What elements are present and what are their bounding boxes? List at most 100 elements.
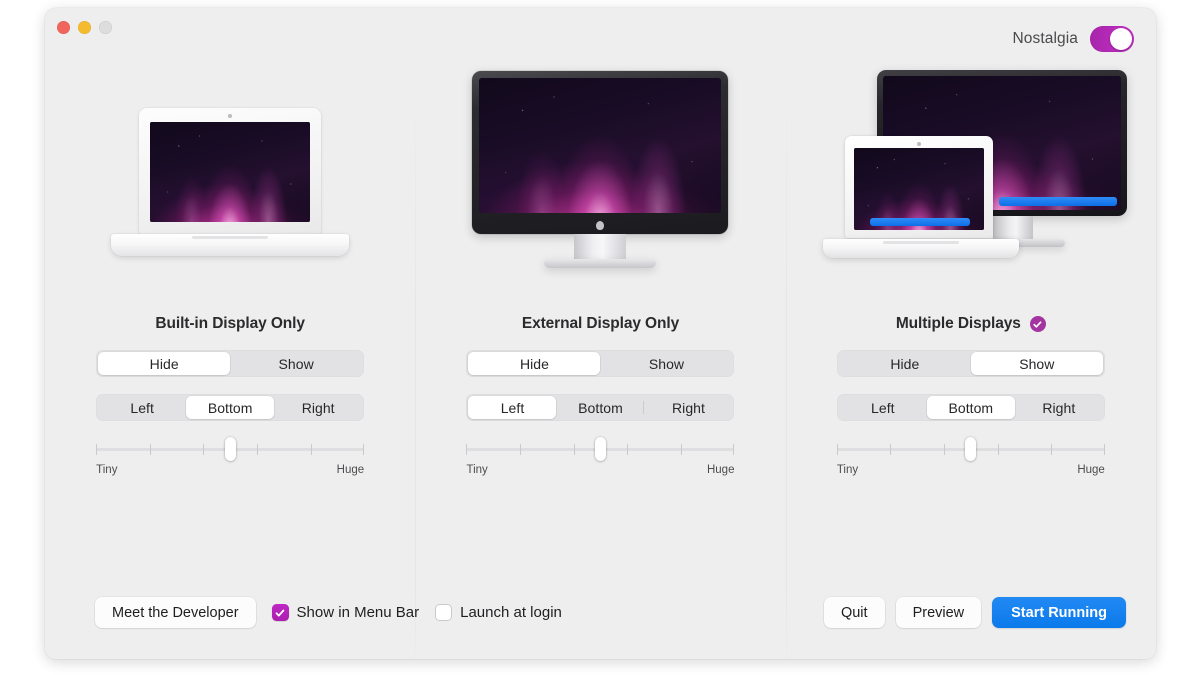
column-title-text: Multiple Displays (895, 315, 1021, 332)
position-option-right[interactable]: Right (274, 396, 362, 419)
position-segmented-builtin[interactable]: Left Bottom Right (96, 394, 365, 421)
slider-tick (96, 444, 98, 455)
position-option-bottom[interactable]: Bottom (926, 396, 1015, 419)
size-slider-builtin[interactable]: Tiny Huge (96, 437, 365, 476)
window-traffic-lights (57, 21, 112, 34)
launch-at-login-label: Launch at login (460, 604, 562, 621)
launch-at-login-checkbox[interactable] (435, 604, 453, 621)
column-external-display: External Display Only Hide Show Left Bot… (415, 66, 785, 659)
show-in-menu-bar-row[interactable]: Show in Menu Bar (271, 604, 420, 621)
slider-tick (997, 444, 999, 455)
laptop-trackpad-notch (882, 241, 959, 244)
laptop-base (822, 239, 1019, 258)
footer-right-group: Quit Preview Start Running (823, 597, 1126, 628)
apple-logo-icon (596, 221, 605, 230)
position-option-bottom-label: Bottom (578, 399, 623, 416)
visibility-segmented-multiple[interactable]: Hide Show (836, 350, 1105, 377)
slider-min-label: Tiny (836, 464, 859, 476)
laptop-screen (150, 122, 311, 222)
external-display-artwork (415, 66, 785, 311)
aurora-wallpaper (479, 78, 722, 213)
laptop-lid (844, 136, 993, 238)
slider-tick (944, 444, 945, 455)
laptop-lid (139, 108, 322, 234)
aurora-wallpaper (150, 122, 311, 222)
visibility-segmented-builtin[interactable]: Hide Show (96, 350, 365, 377)
visibility-option-hide[interactable]: Hide (468, 352, 601, 375)
slider-thumb[interactable] (965, 437, 977, 461)
slider-tick (836, 444, 838, 455)
size-slider-external[interactable]: Tiny Huge (466, 437, 735, 476)
footer-left-group: Meet the Developer Show in Menu Bar Laun… (95, 597, 562, 628)
slider-max-label: Huge (336, 464, 365, 476)
column-multiple-displays: Multiple Displays Hide Show Left Bottom … (785, 66, 1156, 659)
slider-tick (310, 444, 312, 455)
cinema-display-illustration (472, 71, 729, 271)
position-option-bottom[interactable]: Bottom (556, 396, 645, 419)
slider-captions: Tiny Huge (837, 464, 1105, 476)
visibility-option-hide[interactable]: Hide (98, 352, 231, 375)
laptop-trackpad-notch (192, 236, 269, 239)
position-option-left[interactable]: Left (98, 396, 186, 419)
slider-track[interactable] (96, 437, 365, 461)
slider-tick (573, 444, 575, 455)
position-segmented-external[interactable]: Left Bottom Right (466, 394, 735, 421)
dock-highlight-bar (869, 218, 970, 226)
slider-tick (1051, 444, 1053, 455)
display-stand-neck (574, 234, 627, 262)
nostalgia-setting: Nostalgia (1012, 26, 1134, 52)
titlebar: Nostalgia (45, 8, 1156, 66)
quit-button[interactable]: Quit (823, 597, 885, 628)
nostalgia-label: Nostalgia (1012, 30, 1078, 47)
webcam-icon (916, 142, 921, 146)
visibility-option-show[interactable]: Show (970, 352, 1103, 375)
show-in-menu-bar-label: Show in Menu Bar (296, 604, 420, 621)
slider-tick (363, 444, 365, 455)
display-stand-foot (544, 259, 657, 268)
column-title-text: External Display Only (521, 315, 680, 332)
position-option-bottom[interactable]: Bottom (186, 396, 275, 419)
column-title-external: External Display Only (522, 311, 679, 337)
visibility-option-show[interactable]: Show (230, 352, 362, 375)
nostalgia-toggle[interactable] (1090, 26, 1134, 52)
display-screen (479, 78, 722, 213)
meet-the-developer-button[interactable]: Meet the Developer (95, 597, 256, 628)
toggle-knob (1110, 28, 1132, 50)
slider-tick (890, 444, 892, 455)
slider-tick (680, 444, 682, 455)
close-window-icon[interactable] (57, 21, 70, 34)
slider-tick (627, 444, 629, 455)
slider-thumb[interactable] (594, 437, 606, 461)
laptop-base (111, 234, 350, 256)
slider-captions: Tiny Huge (96, 464, 364, 476)
active-mode-check-icon (1029, 316, 1046, 332)
slider-thumb[interactable] (224, 437, 236, 461)
position-segmented-multiple[interactable]: Left Bottom Right (836, 394, 1105, 421)
launch-at-login-row[interactable]: Launch at login (435, 604, 562, 621)
slider-track[interactable] (466, 437, 735, 461)
size-slider-multiple[interactable]: Tiny Huge (836, 437, 1105, 476)
minimize-window-icon[interactable] (78, 21, 91, 34)
visibility-option-hide[interactable]: Hide (839, 352, 971, 375)
position-option-right[interactable]: Right (1015, 396, 1103, 419)
slider-tick (256, 444, 258, 455)
slider-max-label: Huge (706, 464, 735, 476)
show-in-menu-bar-checkbox[interactable] (271, 604, 289, 621)
maximize-window-icon[interactable] (99, 21, 112, 34)
preview-button[interactable]: Preview (895, 597, 982, 628)
position-option-left[interactable]: Left (839, 396, 927, 419)
position-option-right[interactable]: Right (644, 396, 732, 419)
app-window: Nostalgia Built-in Display Only Hide Sho… (45, 8, 1156, 659)
visibility-segmented-external[interactable]: Hide Show (466, 350, 735, 377)
white-macbook-illustration (111, 108, 350, 256)
start-running-button[interactable]: Start Running (992, 597, 1126, 628)
position-option-left[interactable]: Left (468, 396, 557, 419)
slider-tick (466, 444, 468, 455)
visibility-option-show[interactable]: Show (600, 352, 732, 375)
slider-tick (1103, 444, 1105, 455)
slider-captions: Tiny Huge (466, 464, 734, 476)
column-title-text: Built-in Display Only (155, 315, 305, 332)
column-builtin-display: Built-in Display Only Hide Show Left Bot… (45, 66, 415, 553)
white-macbook-illustration (822, 136, 1019, 258)
slider-track[interactable] (836, 437, 1105, 461)
